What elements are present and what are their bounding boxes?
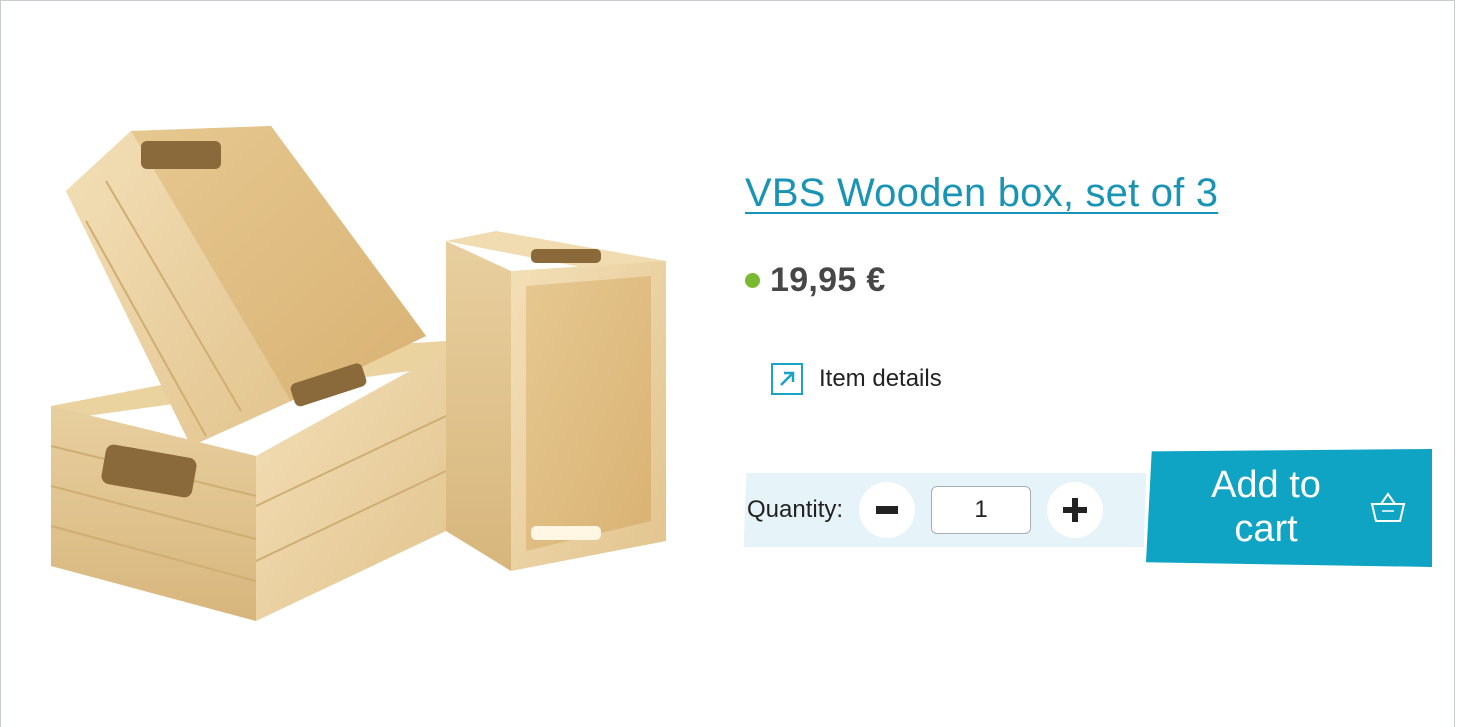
item-details-link[interactable]: Item details (771, 363, 942, 395)
external-arrow-icon (771, 363, 803, 395)
quantity-control: Quantity: (745, 473, 1104, 547)
decrease-quantity-button[interactable] (859, 482, 916, 538)
product-title-link[interactable]: VBS Wooden box, set of 3 (745, 171, 1218, 216)
product-image[interactable] (41, 111, 681, 631)
item-details-label: Item details (819, 365, 942, 392)
minus-icon (876, 506, 899, 514)
stock-status-dot (745, 273, 760, 288)
quantity-input[interactable] (931, 486, 1032, 534)
price-row: 19,95 € (745, 261, 886, 300)
increase-quantity-button[interactable] (1047, 482, 1104, 538)
add-to-cart-label-line2: cart (1234, 508, 1298, 550)
standing-box (446, 231, 666, 571)
add-to-cart-label[interactable]: Add to cart (1191, 463, 1341, 551)
plus-icon (1063, 498, 1088, 522)
product-card: VBS Wooden box, set of 3 19,95 € Item de… (0, 0, 1455, 727)
basket-icon[interactable] (1370, 491, 1406, 525)
quantity-label: Quantity: (747, 496, 844, 523)
wooden-boxes-illustration (50, 126, 666, 621)
product-price: 19,95 € (770, 261, 886, 299)
add-to-cart-label-line1: Add to (1211, 464, 1321, 506)
